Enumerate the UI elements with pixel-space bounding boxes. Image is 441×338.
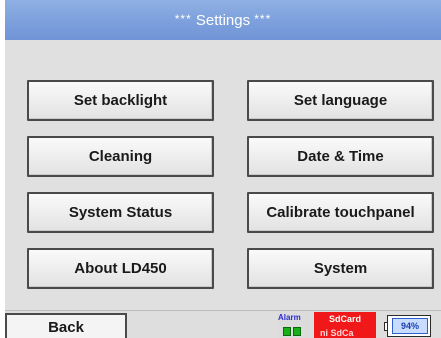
title-bar: *** Settings *** bbox=[5, 0, 441, 40]
date-time-button[interactable]: Date & Time bbox=[247, 136, 434, 177]
about-button[interactable]: About LD450 bbox=[27, 248, 214, 289]
system-button[interactable]: System bbox=[247, 248, 434, 289]
title-stars-left: *** bbox=[174, 12, 192, 26]
battery-icon: 94% bbox=[384, 315, 431, 337]
settings-menu: Set backlight Set language Cleaning Date… bbox=[5, 40, 441, 310]
sdcard-label: SdCard bbox=[328, 314, 361, 324]
alarm-led-icon bbox=[293, 327, 301, 336]
back-button[interactable]: Back bbox=[5, 313, 127, 338]
sdcard-status: SdCard ni SdCa bbox=[314, 312, 376, 338]
page-title: Settings bbox=[195, 12, 251, 29]
set-language-button[interactable]: Set language bbox=[247, 80, 434, 121]
system-status-button[interactable]: System Status bbox=[27, 192, 214, 233]
alarm-label: Alarm bbox=[278, 313, 301, 322]
alarm-indicator: Alarm bbox=[277, 311, 311, 338]
calibrate-touchpanel-button[interactable]: Calibrate touchpanel bbox=[247, 192, 434, 233]
battery-percent: 94% bbox=[400, 321, 419, 331]
footer-bar: Back Alarm SdCard ni SdCa 94% bbox=[5, 310, 441, 338]
title-stars-right: *** bbox=[254, 12, 272, 26]
cleaning-button[interactable]: Cleaning bbox=[27, 136, 214, 177]
set-backlight-button[interactable]: Set backlight bbox=[27, 80, 214, 121]
sdcard-subtext: ni SdCa bbox=[320, 328, 354, 338]
settings-screen: *** Settings *** Set backlight Set langu… bbox=[5, 0, 441, 338]
alarm-led-icon bbox=[283, 327, 291, 336]
